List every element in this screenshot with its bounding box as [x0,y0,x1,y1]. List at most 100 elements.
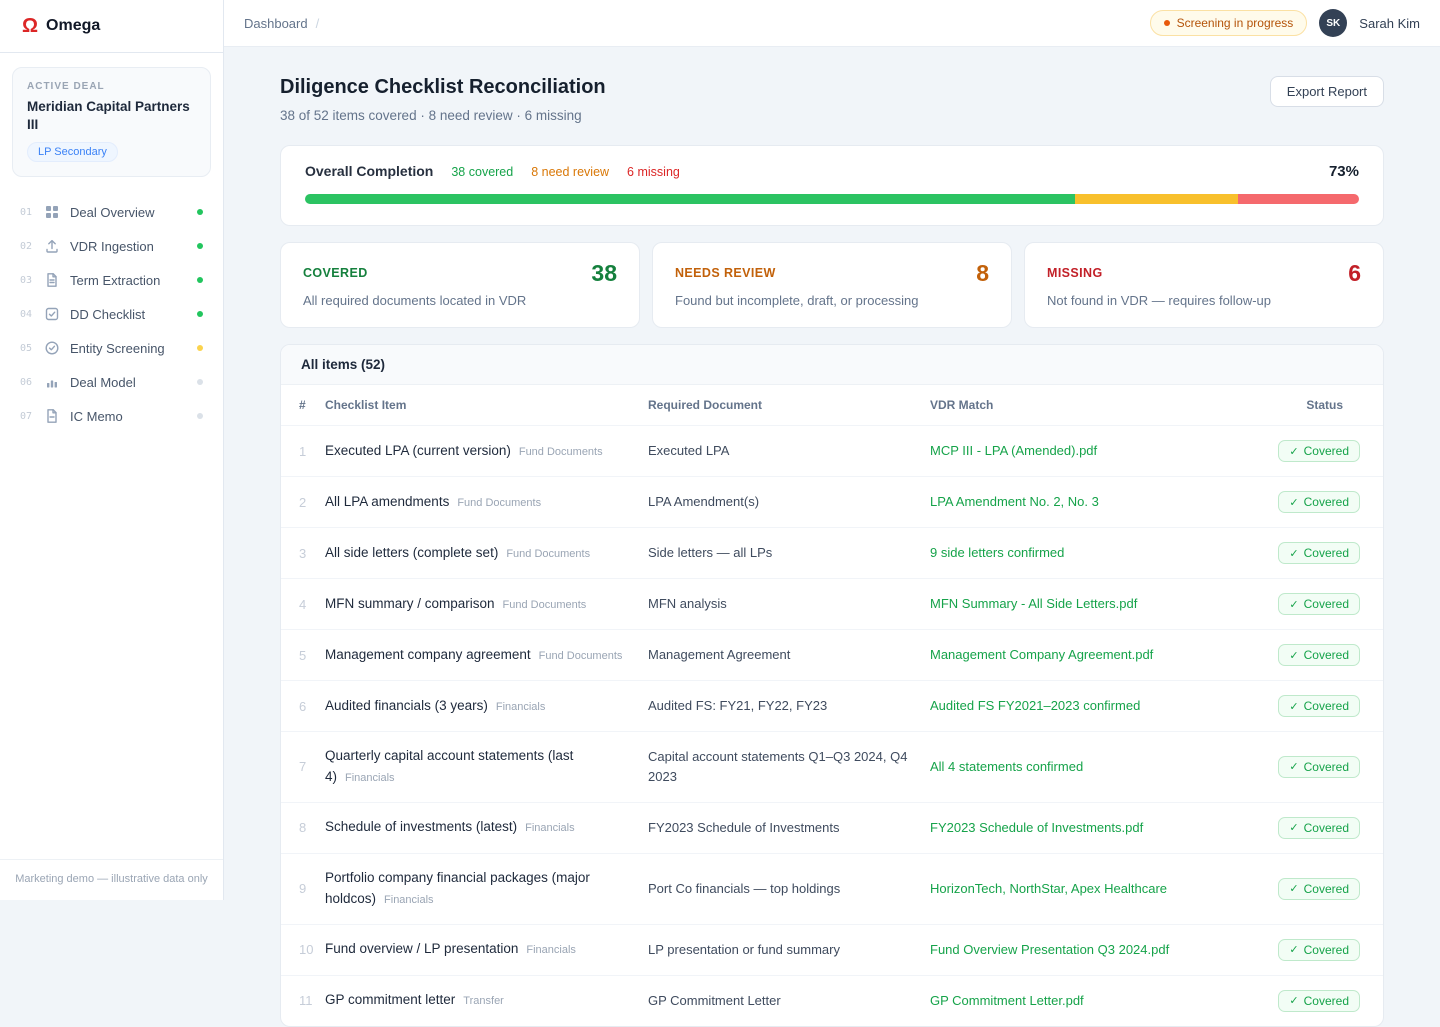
vdr-match-link[interactable]: Management Company Agreement.pdf [930,630,1255,681]
sidebar-item-label: IC Memo [70,409,187,424]
check-icon: ✓ [1289,760,1298,773]
vdr-match-link[interactable]: Fund Overview Presentation Q3 2024.pdf [930,924,1255,975]
sidebar-item-deal-model[interactable]: 06 Deal Model [0,365,223,399]
vdr-match-link[interactable]: Audited FS FY2021–2023 confirmed [930,681,1255,732]
category-tag: Fund Documents [457,497,541,509]
status-badge: ✓ Covered [1278,542,1360,564]
step-number: 05 [20,343,34,354]
required-document: FY2023 Schedule of Investments [648,802,930,853]
required-document: LPA Amendment(s) [648,477,930,528]
status-label: Covered [1304,882,1349,896]
table-row[interactable]: 8 Schedule of investments (latest)Financ… [281,802,1383,853]
omega-logo-icon: Ω [22,16,38,36]
avatar[interactable]: SK [1319,9,1347,37]
brand: Ω Omega [0,0,223,53]
required-document: Port Co financials — top holdings [648,853,930,924]
completion-percent: 73% [1329,163,1359,180]
topbar: Dashboard / Screening in progress SK Sar… [224,0,1440,47]
vdr-match-link[interactable]: HorizonTech, NorthStar, Apex Healthcare [930,853,1255,924]
table-row[interactable]: 2 All LPA amendmentsFund Documents LPA A… [281,477,1383,528]
breadcrumb[interactable]: Dashboard [244,16,308,31]
status-label: Covered [1304,760,1349,774]
status-dot [197,345,203,351]
vdr-match-link[interactable]: 9 side letters confirmed [930,528,1255,579]
row-number: 5 [281,630,325,681]
overall-completion-card: Overall Completion 38 covered 8 need rev… [280,145,1384,226]
vdr-match-link[interactable]: MFN Summary - All Side Letters.pdf [930,579,1255,630]
sidebar-item-term-extraction[interactable]: 03 Term Extraction [0,263,223,297]
row-number: 8 [281,802,325,853]
vdr-match-link[interactable]: FY2023 Schedule of Investments.pdf [930,802,1255,853]
table-row[interactable]: 1 Executed LPA (current version)Fund Doc… [281,426,1383,477]
col-header-status: Status [1255,385,1383,426]
active-deal-label: ACTIVE DEAL [27,81,196,92]
status-dot [197,209,203,215]
screening-status-label: Screening in progress [1177,16,1294,30]
table-row[interactable]: 3 All side letters (complete set)Fund Do… [281,528,1383,579]
row-number: 10 [281,924,325,975]
table-row[interactable]: 5 Management company agreementFund Docum… [281,630,1383,681]
checklist-item-name: Portfolio company financial packages (ma… [325,870,590,906]
check-icon: ✓ [1289,821,1298,834]
table-row[interactable]: 4 MFN summary / comparisonFund Documents… [281,579,1383,630]
summary-cards: COVERED 38 All required documents locate… [280,242,1384,328]
status-badge: ✓ Covered [1278,491,1360,513]
brand-name: Omega [46,17,100,35]
category-tag: Fund Documents [539,650,623,662]
status-badge: ✓ Covered [1278,878,1360,900]
vdr-match-link[interactable]: GP Commitment Letter.pdf [930,975,1255,1026]
table-row[interactable]: 10 Fund overview / LP presentationFinanc… [281,924,1383,975]
needs-review-card-count: 8 [976,260,989,287]
status-dot-icon [1164,20,1170,26]
table-row[interactable]: 6 Audited financials (3 years)Financials… [281,681,1383,732]
sidebar-item-label: Term Extraction [70,273,187,288]
need-review-count-label: 8 need review [531,165,609,179]
sidebar-item-vdr-ingestion[interactable]: 02 VDR Ingestion [0,229,223,263]
status-badge: ✓ Covered [1278,817,1360,839]
status-badge: ✓ Covered [1278,756,1360,778]
col-header-required-document: Required Document [648,385,930,426]
export-report-button[interactable]: Export Report [1270,76,1384,107]
covered-summary-card: COVERED 38 All required documents locate… [280,242,640,328]
deal-type-badge: LP Secondary [27,142,118,162]
table-row[interactable]: 9 Portfolio company financial packages (… [281,853,1383,924]
covered-card-count: 38 [591,260,617,287]
checklist-item-name: All LPA amendments [325,494,449,509]
status-badge: ✓ Covered [1278,990,1360,1012]
status-badge: ✓ Covered [1278,939,1360,961]
status-badge: ✓ Covered [1278,593,1360,615]
col-header-vdr-match: VDR Match [930,385,1255,426]
status-label: Covered [1304,495,1349,509]
progress-segment-review [1075,194,1237,204]
status-label: Covered [1304,821,1349,835]
main-content: Diligence Checklist Reconciliation 38 of… [224,47,1440,1027]
completion-progress-bar [305,194,1359,204]
vdr-match-link[interactable]: All 4 statements confirmed [930,732,1255,803]
sidebar-item-label: DD Checklist [70,307,187,322]
table-row[interactable]: 7 Quarterly capital account statements (… [281,732,1383,803]
row-number: 11 [281,975,325,1026]
vdr-match-link[interactable]: LPA Amendment No. 2, No. 3 [930,477,1255,528]
table-row[interactable]: 11 GP commitment letterTransfer GP Commi… [281,975,1383,1026]
status-badge: ✓ Covered [1278,695,1360,717]
sidebar-item-entity-screening[interactable]: 05 Entity Screening [0,331,223,365]
missing-card-title: MISSING [1047,260,1103,280]
page-title: Diligence Checklist Reconciliation [280,76,606,99]
sidebar-item-dd-checklist[interactable]: 04 DD Checklist [0,297,223,331]
status-label: Covered [1304,546,1349,560]
col-header-checklist-item: Checklist Item [325,385,648,426]
bar-chart-icon [44,374,60,390]
status-dot [197,243,203,249]
verified-badge-icon [44,340,60,356]
vdr-match-link[interactable]: MCP III - LPA (Amended).pdf [930,426,1255,477]
page-header: Diligence Checklist Reconciliation 38 of… [280,76,1384,123]
checklist-table: # Checklist Item Required Document VDR M… [281,385,1383,1026]
check-icon: ✓ [1289,943,1298,956]
sidebar-item-ic-memo[interactable]: 07 IC Memo [0,399,223,433]
sidebar-item-deal-overview[interactable]: 01 Deal Overview [0,195,223,229]
checklist-table-card: All items (52) # Checklist Item Required… [280,344,1384,1027]
col-header-number: # [281,385,325,426]
table-header-row: # Checklist Item Required Document VDR M… [281,385,1383,426]
category-tag: Fund Documents [506,548,590,560]
sidebar-item-label: Deal Model [70,375,187,390]
